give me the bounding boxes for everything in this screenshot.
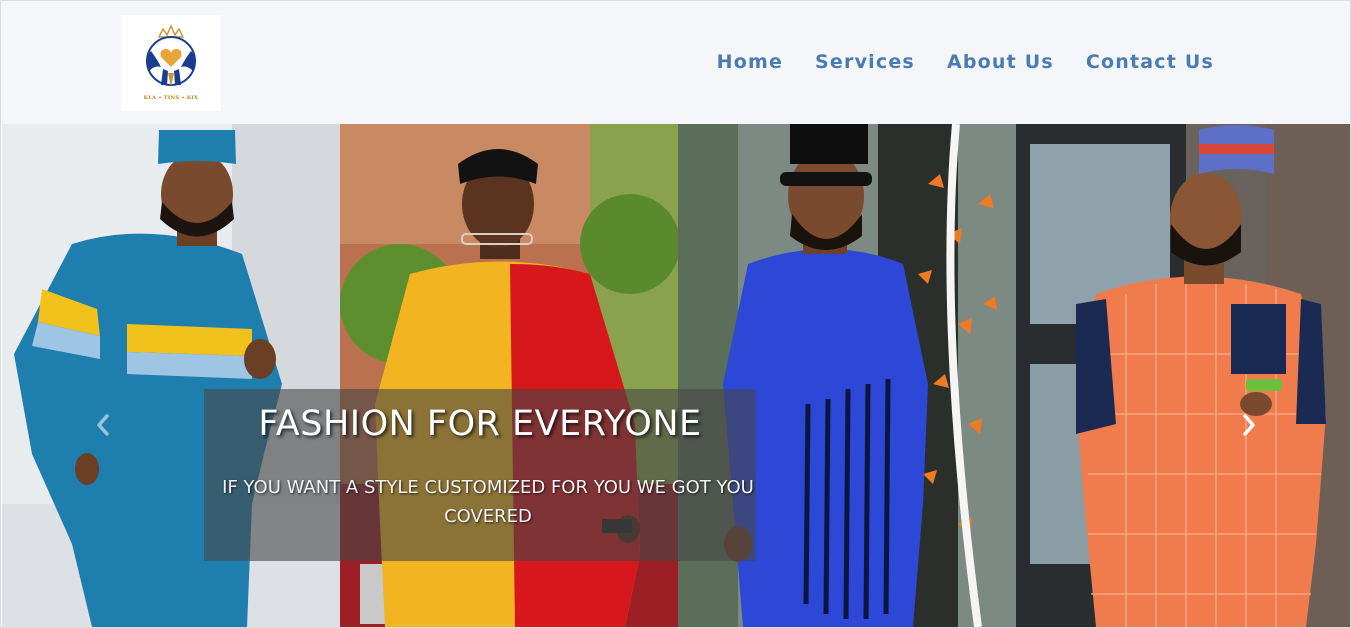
hero-caption: FASHION FOR EVERYONE IF YOU WANT A STYLE… [204, 389, 756, 561]
nav-about-us[interactable]: About Us [947, 51, 1054, 73]
chevron-left-icon [97, 414, 109, 436]
carousel-next-button[interactable] [1234, 410, 1264, 440]
site-header: KLA • TINS • KIX Home Services About Us … [1, 1, 1350, 124]
page: KLA • TINS • KIX Home Services About Us … [0, 0, 1351, 628]
nav-home[interactable]: Home [717, 51, 783, 73]
hero-subtitle: IF YOU WANT A STYLE CUSTOMIZED FOR YOU W… [222, 477, 754, 527]
brand-logo[interactable]: KLA • TINS • KIX [121, 15, 221, 111]
logo-wordmark: KLA • TINS • KIX [143, 95, 199, 101]
nav-contact-us[interactable]: Contact Us [1086, 51, 1214, 73]
carousel-prev-button[interactable] [88, 410, 118, 440]
chevron-right-icon [1243, 414, 1255, 436]
nav-services[interactable]: Services [815, 51, 915, 73]
hero-image-4 [1016, 124, 1350, 627]
hero-title: FASHION FOR EVERYONE [258, 404, 702, 444]
main-nav: Home Services About Us Contact Us [717, 51, 1214, 73]
hero-carousel: FASHION FOR EVERYONE IF YOU WANT A STYLE… [2, 124, 1350, 627]
